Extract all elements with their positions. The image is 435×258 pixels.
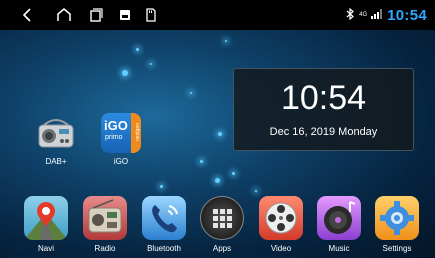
dock-label: Bluetooth (147, 244, 181, 253)
igo-sub-text: primo (105, 134, 123, 141)
app-igo[interactable]: iGO primo nextgen iGO (95, 113, 147, 166)
app-label: DAB+ (45, 157, 67, 166)
settings-gear-icon (375, 196, 419, 240)
radio-icon (83, 196, 127, 240)
wallpaper-dot (136, 48, 139, 51)
dock-apps[interactable]: Apps (196, 196, 248, 253)
network-type: 4G (359, 12, 368, 18)
dock-label: Settings (382, 244, 412, 253)
status-indicators: 4G 10:54 (346, 0, 427, 30)
widget-date: Dec 16, 2019 Monday (269, 126, 378, 138)
dock-settings[interactable]: Settings (371, 196, 423, 253)
wallpaper-dot (122, 70, 128, 76)
wallpaper-dot (190, 92, 192, 94)
screenshot-icon[interactable] (115, 5, 135, 25)
igo-logo-text: iGO (104, 118, 128, 133)
recents-icon[interactable] (86, 5, 106, 25)
igo-icon: iGO primo nextgen (101, 113, 141, 153)
bluetooth-icon (346, 7, 355, 23)
bluetooth-phone-icon (142, 196, 186, 240)
wallpaper-dot (160, 185, 163, 188)
app-dab[interactable]: DAB+ (30, 113, 82, 166)
dock-video[interactable]: Video (255, 196, 307, 253)
navi-icon (24, 196, 68, 240)
radio-icon (36, 113, 76, 153)
wallpaper-dot (218, 132, 222, 136)
signal-icon (371, 6, 383, 24)
home-screen: 4G 10:54 DAB+ iGO primo nextgen iGO 10:5… (0, 0, 435, 258)
dock-label: Music (328, 244, 350, 253)
dock-radio[interactable]: Radio (79, 196, 131, 253)
wallpaper-dot (255, 190, 257, 192)
wallpaper-dot (200, 160, 203, 163)
dock-label: Radio (94, 244, 116, 253)
dock-bluetooth[interactable]: Bluetooth (138, 196, 190, 253)
music-disc-icon (317, 196, 361, 240)
home-icon[interactable] (54, 5, 74, 25)
wallpaper-dot (225, 40, 227, 42)
back-icon[interactable] (17, 5, 37, 25)
widget-time: 10:54 (280, 79, 367, 117)
igo-side-text: nextgen (135, 123, 141, 141)
wallpaper-dot (150, 63, 152, 65)
dock-label: Navi (37, 244, 54, 253)
status-bar: 4G 10:54 (0, 0, 435, 30)
dock-label: Apps (212, 244, 232, 253)
wallpaper-dot (215, 178, 220, 183)
sd-card-icon[interactable] (141, 5, 161, 25)
wallpaper-dot (232, 172, 235, 175)
apps-grid-icon (200, 196, 244, 240)
app-label: iGO (113, 157, 129, 166)
dock-label: Video (270, 244, 292, 253)
video-reel-icon (259, 196, 303, 240)
dock-music[interactable]: Music (313, 196, 365, 253)
status-clock: 10:54 (387, 6, 427, 24)
dock-navi[interactable]: Navi (20, 196, 72, 253)
clock-widget[interactable]: 10:54 Dec 16, 2019 Monday (233, 68, 414, 151)
